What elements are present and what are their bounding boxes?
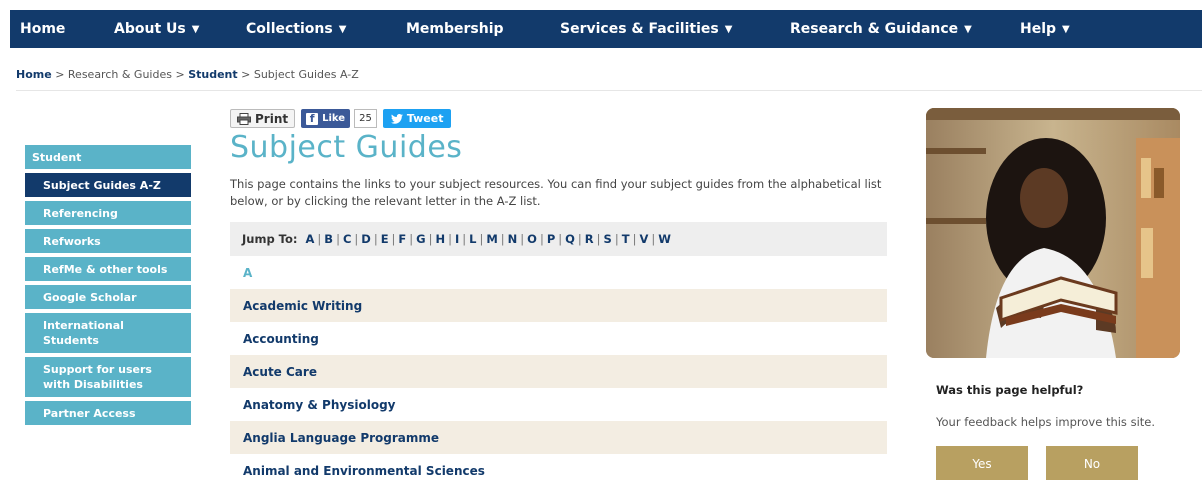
page-title: Subject Guides (230, 130, 463, 165)
print-button[interactable]: Print (230, 109, 296, 128)
chevron-down-icon: ▼ (724, 23, 733, 35)
breadcrumb-home[interactable]: Home (16, 68, 52, 81)
chevron-down-icon: ▼ (338, 23, 347, 35)
sidebar-item-referencing[interactable]: Referencing (25, 201, 191, 225)
chevron-down-icon: ▼ (964, 23, 972, 35)
printer-icon (237, 112, 251, 125)
subject-link[interactable]: Anatomy & Physiology (230, 388, 887, 421)
chevron-down-icon: ▼ (191, 23, 200, 35)
tweet-label: Tweet (406, 112, 444, 125)
student-reading-illustration (926, 108, 1180, 358)
jump-letter[interactable]: P (547, 232, 555, 246)
jump-letter[interactable]: T (622, 232, 630, 246)
intro-text: This page contains the links to your sub… (230, 177, 882, 208)
nav-home[interactable]: Home (10, 10, 90, 48)
sidebar-item-partner-access[interactable]: Partner Access (25, 401, 191, 425)
feedback-subtext: Your feedback helps improve this site. (936, 415, 1156, 429)
twitter-bird-icon (390, 113, 403, 124)
student-reading-photo (926, 108, 1180, 358)
sidebar: Student Subject Guides A-Z Referencing R… (25, 145, 191, 429)
nav-membership-label: Membership (406, 21, 504, 37)
jump-letter[interactable]: H (435, 232, 445, 246)
sidebar-header-student[interactable]: Student (25, 145, 191, 169)
nav-collections[interactable]: Collections ▼ (226, 10, 386, 48)
jump-to-bar: Jump To: A | B | C | D | E | F | G | H | I | L | M… (230, 222, 887, 256)
yes-button[interactable]: Yes (936, 446, 1028, 480)
subject-list: Jump To: A | B | C | D | E | F | G | H | I | L | M… (230, 222, 887, 480)
like-count: 25 (354, 109, 377, 128)
jump-letter[interactable]: D (361, 232, 371, 246)
nav-home-label: Home (20, 21, 66, 37)
no-button[interactable]: No (1046, 446, 1138, 480)
jump-letter[interactable]: Q (565, 232, 575, 246)
sidebar-item-international[interactable]: International Students (25, 313, 191, 353)
jump-letter[interactable]: S (604, 232, 612, 246)
jump-letter[interactable]: A (306, 232, 315, 246)
jump-letter[interactable]: N (508, 232, 518, 246)
breadcrumb-separator: > (55, 68, 65, 81)
nav-services-label: Services & Facilities (560, 21, 719, 37)
jump-letter[interactable]: W (658, 232, 671, 246)
breadcrumb-research[interactable]: Research & Guides (68, 68, 172, 81)
share-bar: Print f Like 25 Tweet (230, 109, 452, 128)
nav-help-label: Help (1020, 21, 1057, 37)
sidebar-item-google-scholar[interactable]: Google Scholar (25, 285, 191, 309)
chevron-down-icon: ▼ (1062, 23, 1070, 35)
jump-letter[interactable]: L (469, 232, 476, 246)
nav-about-us[interactable]: About Us ▼ (90, 10, 226, 48)
sidebar-item-refworks[interactable]: Refworks (25, 229, 191, 253)
jump-letter[interactable]: M (486, 232, 497, 246)
breadcrumb-separator: > (241, 68, 251, 81)
jump-letter[interactable]: B (324, 232, 333, 246)
main-nav: Home About Us ▼ Collections ▼ Membership S… (10, 10, 1202, 48)
nav-membership[interactable]: Membership (386, 10, 536, 48)
jump-letter[interactable]: O (527, 232, 537, 246)
jump-to-label: Jump To: (242, 232, 298, 246)
letter-heading: A (230, 256, 887, 289)
sidebar-item-refme[interactable]: RefMe & other tools (25, 257, 191, 281)
nav-services-facilities[interactable]: Services & Facilities ▼ (536, 10, 768, 48)
sidebar-item-disabilities[interactable]: Support for users with Disabilities (25, 357, 191, 397)
facebook-icon: f (306, 112, 319, 125)
nav-help[interactable]: Help ▼ (1014, 10, 1114, 48)
tweet-button[interactable]: Tweet (382, 109, 452, 128)
jump-letter[interactable]: I (455, 232, 459, 246)
nav-research-guidance[interactable]: Research & Guidance ▼ (768, 10, 1014, 48)
divider (16, 90, 1202, 91)
feedback-question: Was this page helpful? (936, 383, 1084, 397)
nav-about-label: About Us (114, 21, 186, 37)
breadcrumb-student[interactable]: Student (188, 68, 237, 81)
jump-letter[interactable]: R (585, 232, 594, 246)
sidebar-item-subject-guides[interactable]: Subject Guides A-Z (25, 173, 191, 197)
subject-link[interactable]: Accounting (230, 322, 887, 355)
nav-collections-label: Collections (246, 21, 333, 37)
nav-research-label: Research & Guidance (790, 21, 959, 37)
jump-letter[interactable]: G (416, 232, 425, 246)
breadcrumb-separator: > (175, 68, 185, 81)
breadcrumb-current: Subject Guides A-Z (253, 68, 359, 81)
facebook-like-button[interactable]: f Like (301, 109, 351, 128)
subject-link[interactable]: Anglia Language Programme (230, 421, 887, 454)
subject-link[interactable]: Animal and Environmental Sciences (230, 454, 887, 480)
like-label: Like (322, 113, 346, 124)
breadcrumb: Home > Research & Guides > Student > Sub… (16, 68, 359, 81)
jump-letter[interactable]: C (343, 232, 351, 246)
print-label: Print (255, 111, 289, 126)
jump-letter[interactable]: V (639, 232, 648, 246)
subject-link[interactable]: Academic Writing (230, 289, 887, 322)
jump-letter[interactable]: F (398, 232, 406, 246)
jump-letter[interactable]: E (381, 232, 389, 246)
subject-link[interactable]: Acute Care (230, 355, 887, 388)
